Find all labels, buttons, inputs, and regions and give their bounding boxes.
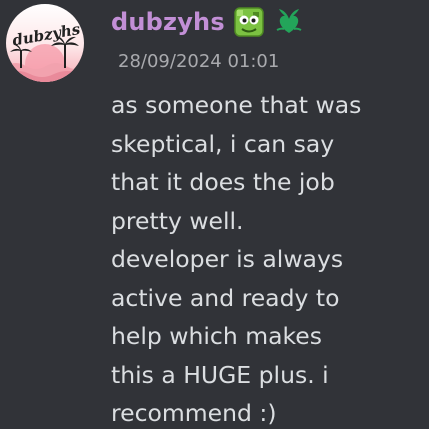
- avatar[interactable]: dubzyhs: [6, 4, 84, 82]
- message-line: that it does the job: [111, 168, 335, 196]
- leaf-heart-icon[interactable]: [273, 6, 305, 38]
- message-header: dubzyhs: [111, 4, 305, 40]
- username[interactable]: dubzyhs: [111, 4, 225, 40]
- message-line: as someone that was: [111, 91, 362, 119]
- message-line: this a HUGE plus. i: [111, 360, 329, 389]
- message-line: pretty well.: [111, 206, 244, 235]
- message-line: skeptical, i can say: [111, 129, 335, 158]
- message-line: help which makes: [111, 322, 322, 350]
- message-line: recommend :): [111, 399, 277, 427]
- timestamp[interactable]: 28/09/2024 01:01: [118, 50, 279, 74]
- green-blob-face-icon[interactable]: [233, 6, 265, 38]
- message-content: as someone that was skeptical, i can say…: [111, 86, 423, 429]
- message-line: active and ready to: [111, 283, 340, 312]
- message-line: developer is always: [111, 245, 344, 273]
